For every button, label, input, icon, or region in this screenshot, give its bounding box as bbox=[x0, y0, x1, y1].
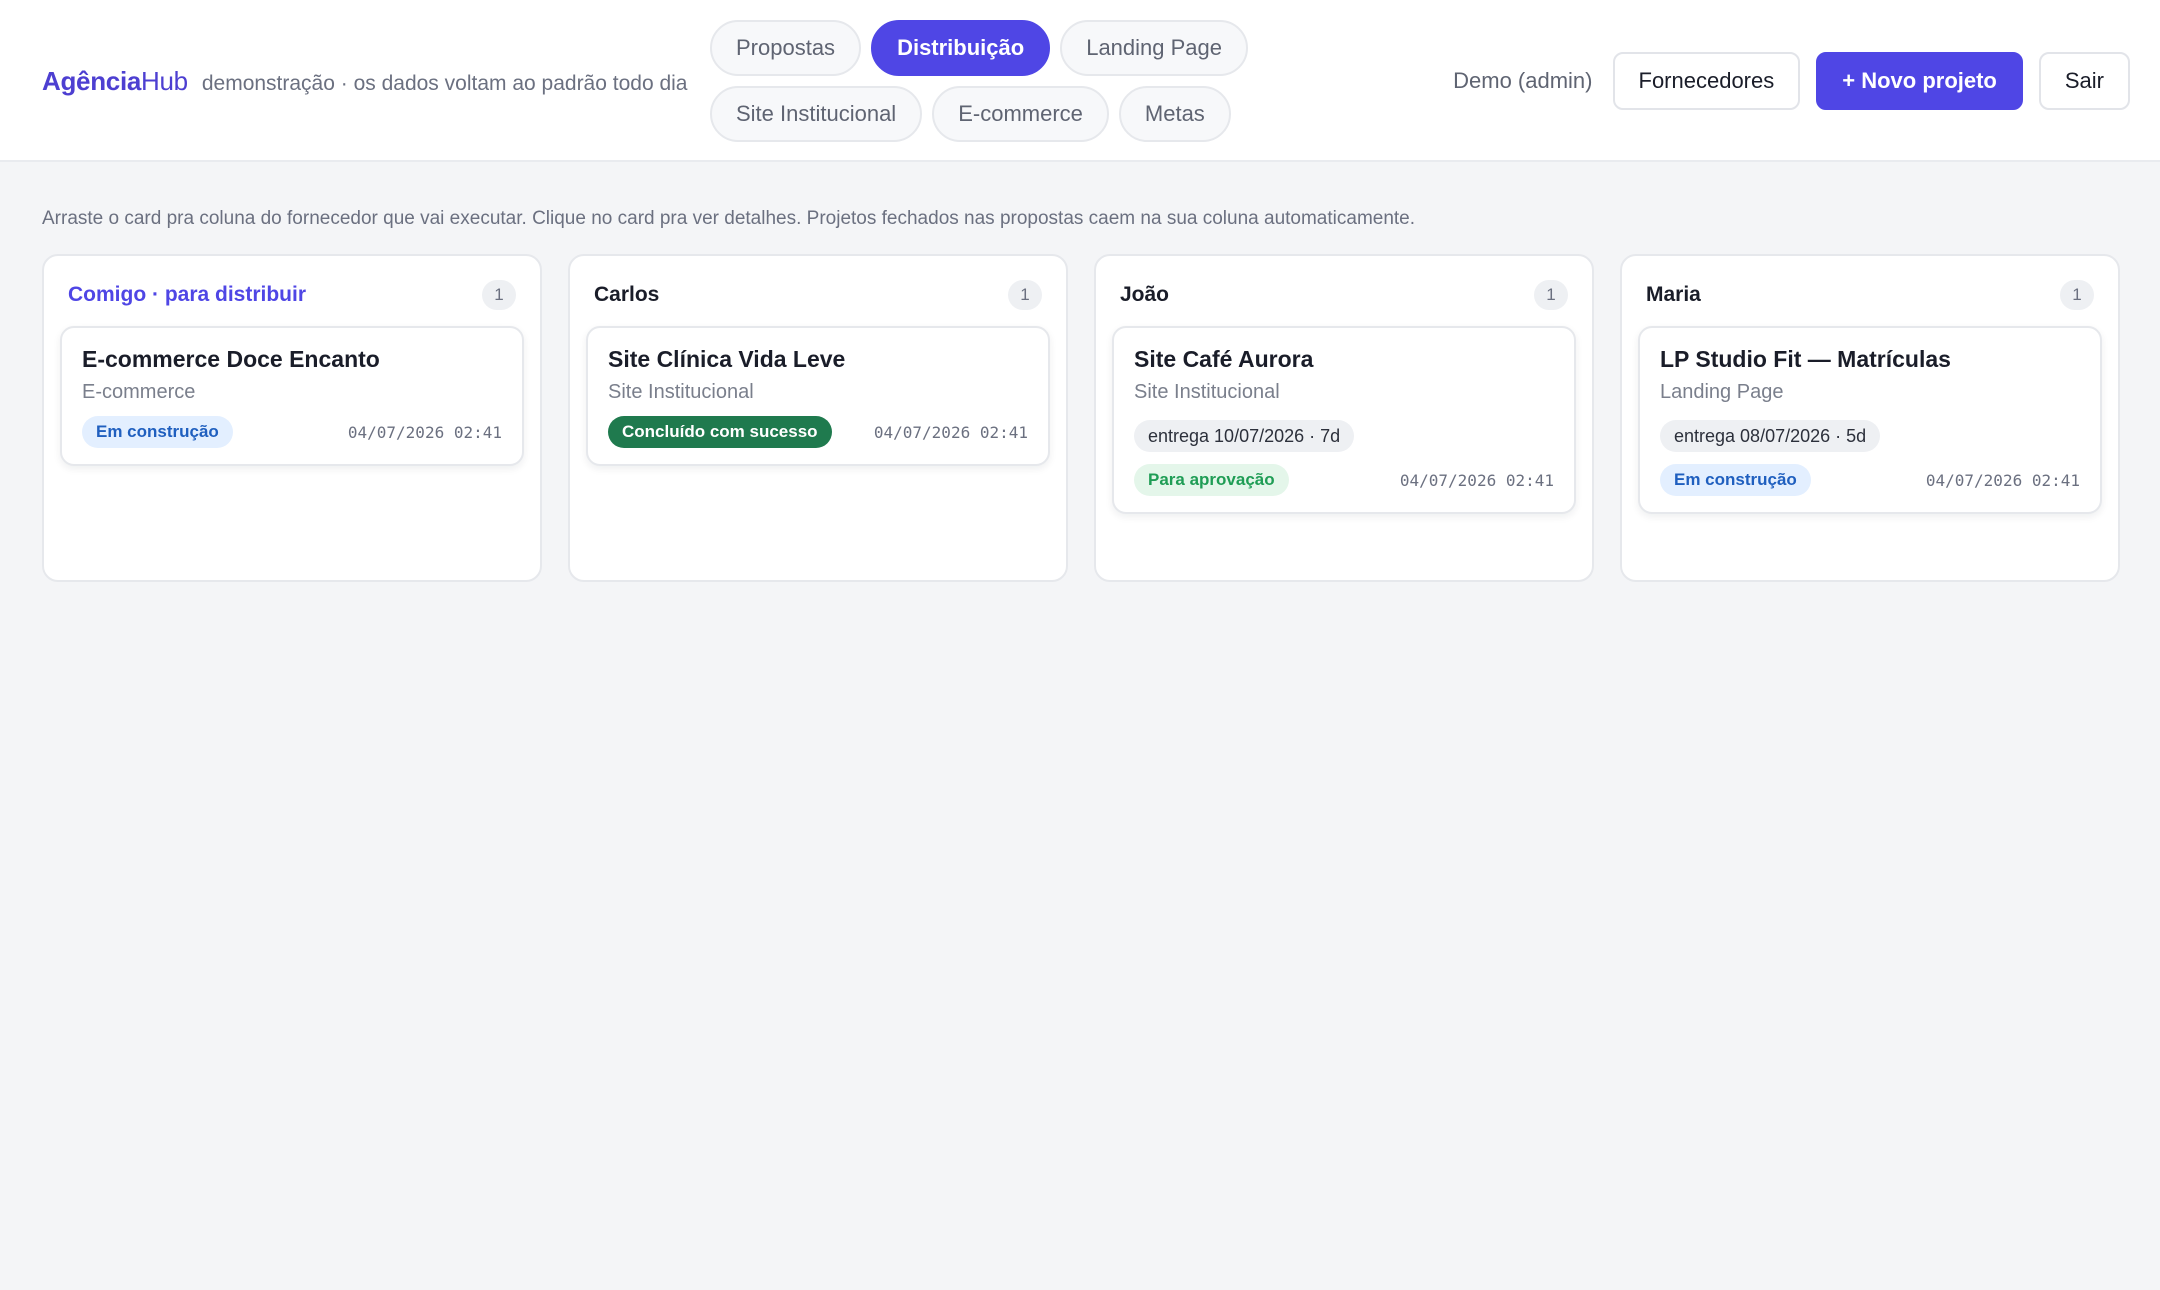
column-to-distribute[interactable]: Comigo · para distribuir 1 E-commerce Do… bbox=[42, 254, 542, 582]
main-tabs: Propostas Distribuição Landing Page Site… bbox=[710, 20, 1250, 152]
status-badge: Em construção bbox=[82, 416, 233, 448]
column-count-badge: 1 bbox=[1534, 280, 1568, 310]
due-date-badge: entrega 08/07/2026 · 5d bbox=[1660, 420, 1881, 452]
card-timestamp: 04/07/2026 02:41 bbox=[1925, 470, 2080, 490]
brand-logo-bold: Agência bbox=[42, 66, 142, 96]
card-title: Site Café Aurora bbox=[1134, 346, 1314, 372]
column-header: João 1 bbox=[1112, 270, 1576, 320]
tab-site-institucional[interactable]: Site Institucional bbox=[710, 86, 923, 142]
top-bar: AgênciaHub demonstração · os dados volta… bbox=[0, 0, 2160, 162]
tabs-row-1: Propostas Distribuição Landing Page bbox=[710, 20, 1250, 76]
brand-logo[interactable]: AgênciaHub bbox=[42, 66, 188, 97]
card-timestamp: 04/07/2026 02:41 bbox=[1399, 470, 1554, 490]
header-actions: Demo (admin) Fornecedores + Novo projeto… bbox=[1453, 52, 2130, 110]
project-card[interactable]: LP Studio Fit — Matrículas Landing Page … bbox=[1638, 326, 2102, 514]
tab-e-commerce[interactable]: E-commerce bbox=[932, 86, 1109, 142]
kanban-board: Comigo · para distribuir 1 E-commerce Do… bbox=[42, 254, 2120, 582]
card-footer: Concluído com sucesso 04/07/2026 02:41 bbox=[608, 416, 1028, 448]
card-timestamp: 04/07/2026 02:41 bbox=[347, 422, 502, 442]
column-title: Maria bbox=[1646, 283, 1701, 306]
card-timestamp: 04/07/2026 02:41 bbox=[873, 422, 1028, 442]
due-date-badge: entrega 10/07/2026 · 7d bbox=[1134, 420, 1355, 452]
column-header: Maria 1 bbox=[1638, 270, 2102, 320]
column-title: Carlos bbox=[594, 283, 660, 306]
card-title: LP Studio Fit — Matrículas bbox=[1660, 346, 1951, 372]
brand-logo-light: Hub bbox=[141, 66, 188, 96]
tab-distribuicao[interactable]: Distribuição bbox=[871, 20, 1051, 76]
column-maria[interactable]: Maria 1 LP Studio Fit — Matrículas Landi… bbox=[1620, 254, 2120, 582]
tab-landing-page[interactable]: Landing Page bbox=[1060, 20, 1248, 76]
column-title: Comigo · para distribuir bbox=[68, 283, 307, 306]
status-badge: Concluído com sucesso bbox=[608, 416, 832, 448]
column-title: João bbox=[1120, 283, 1170, 306]
suppliers-button[interactable]: Fornecedores bbox=[1612, 52, 1801, 110]
instructions-text: Arraste o card pra coluna do fornecedor … bbox=[42, 208, 1416, 229]
column-count-badge: 1 bbox=[2060, 280, 2094, 310]
card-type: Site Institucional bbox=[1134, 381, 1280, 403]
column-joao[interactable]: João 1 Site Café Aurora Site Institucion… bbox=[1094, 254, 1594, 582]
tabs-row-2: Site Institucional E-commerce Metas bbox=[710, 86, 1250, 142]
status-badge: Para aprovação bbox=[1134, 464, 1289, 496]
column-count-badge: 1 bbox=[482, 280, 516, 310]
card-type: E-commerce bbox=[82, 381, 196, 403]
logout-button[interactable]: Sair bbox=[2038, 52, 2130, 110]
demo-subtitle: demonstração · os dados voltam ao padrão… bbox=[201, 72, 688, 95]
card-type: Site Institucional bbox=[608, 381, 754, 403]
card-footer: Para aprovação 04/07/2026 02:41 bbox=[1134, 464, 1554, 496]
column-carlos[interactable]: Carlos 1 Site Clínica Vida Leve Site Ins… bbox=[568, 254, 1068, 582]
project-card[interactable]: E-commerce Doce Encanto E-commerce Em co… bbox=[60, 326, 524, 466]
card-type: Landing Page bbox=[1660, 381, 1784, 403]
column-header: Comigo · para distribuir 1 bbox=[60, 270, 524, 320]
card-footer: Em construção 04/07/2026 02:41 bbox=[1660, 464, 2080, 496]
user-label: Demo (admin) bbox=[1453, 68, 1593, 93]
card-footer: Em construção 04/07/2026 02:41 bbox=[82, 416, 502, 448]
brand: AgênciaHub demonstração · os dados volta… bbox=[42, 66, 687, 97]
project-card[interactable]: Site Clínica Vida Leve Site Instituciona… bbox=[586, 326, 1050, 466]
card-title: Site Clínica Vida Leve bbox=[608, 346, 846, 372]
card-title: E-commerce Doce Encanto bbox=[82, 346, 380, 372]
status-badge: Em construção bbox=[1660, 464, 1811, 496]
tab-metas[interactable]: Metas bbox=[1118, 86, 1231, 142]
new-project-button[interactable]: + Novo projeto bbox=[1816, 52, 2023, 110]
project-card[interactable]: Site Café Aurora Site Institucional entr… bbox=[1112, 326, 1576, 514]
column-header: Carlos 1 bbox=[586, 270, 1050, 320]
column-count-badge: 1 bbox=[1008, 280, 1042, 310]
tab-propostas[interactable]: Propostas bbox=[710, 20, 862, 76]
